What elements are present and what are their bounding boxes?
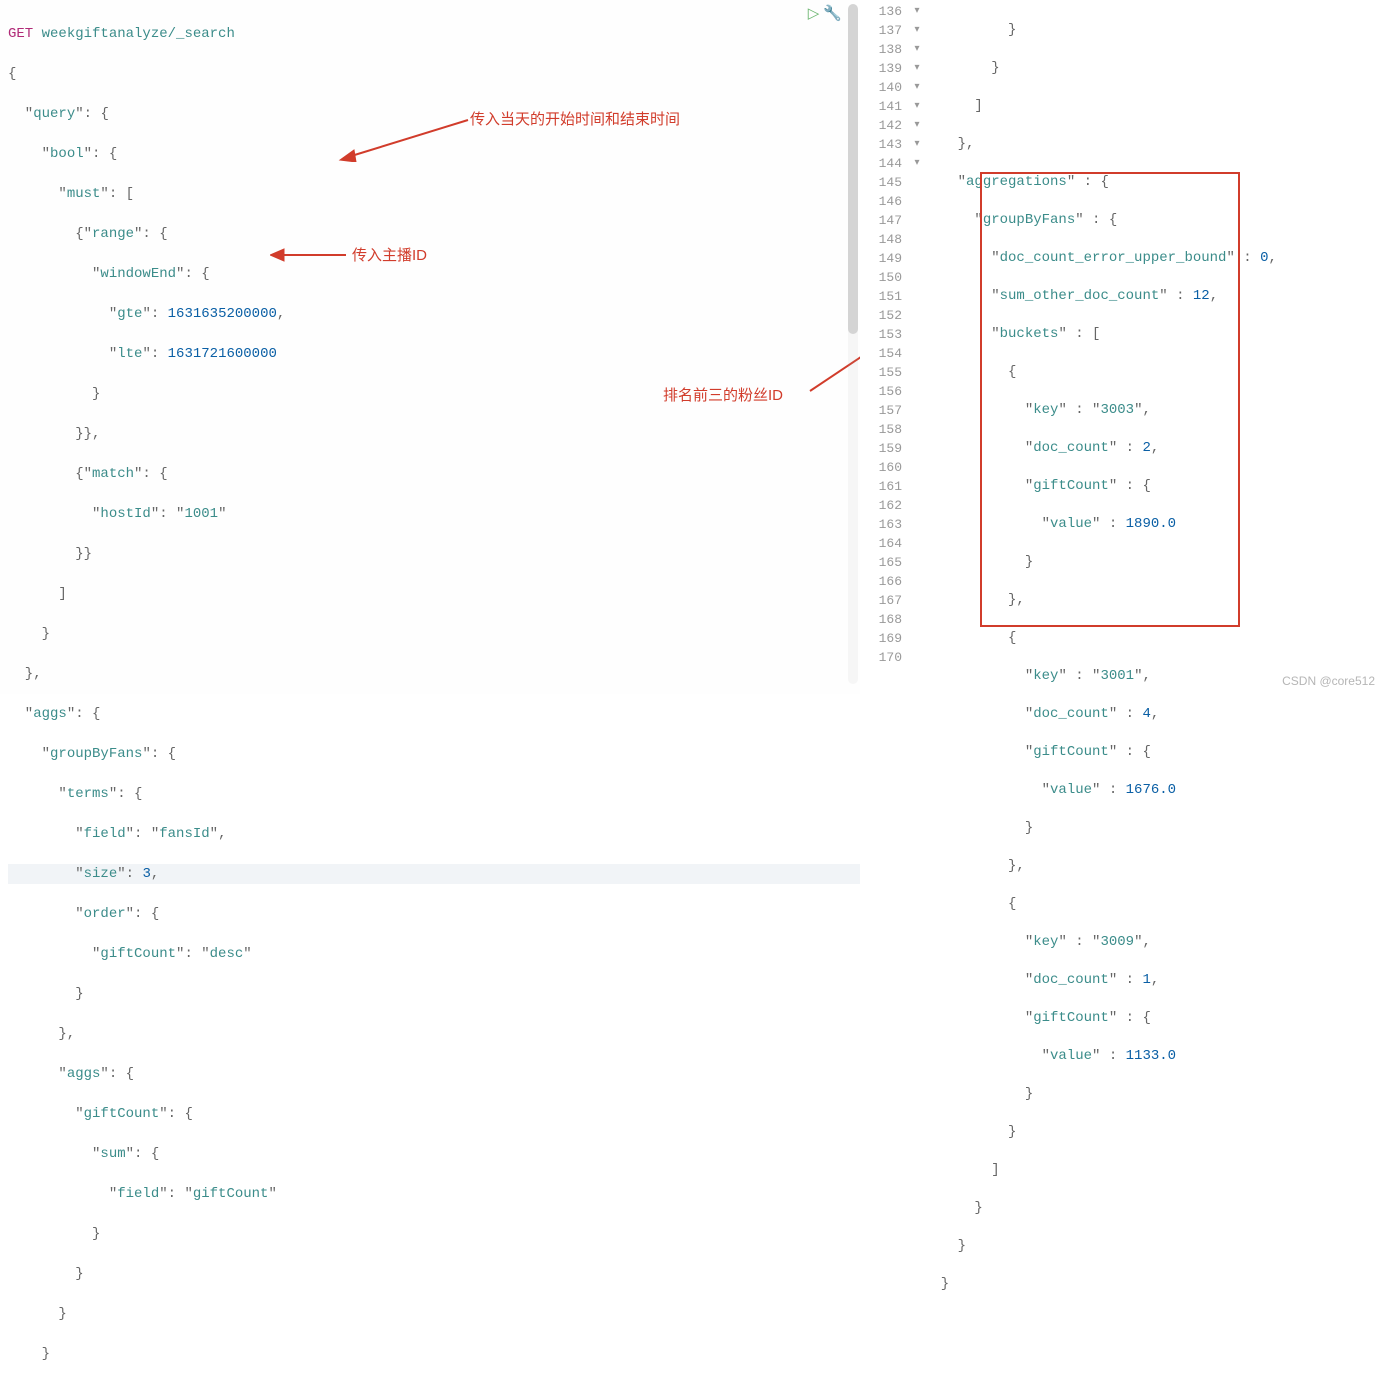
line-numbers: 1361371381391401411421431441451461471481… (860, 2, 910, 1351)
left-scrollbar[interactable] (848, 4, 858, 684)
fold-gutter[interactable]: ▾▾▾▾▾▾▾▾▾ (910, 2, 924, 1351)
arrow-host-icon (270, 248, 350, 262)
annotation-top-fans: 排名前三的粉丝ID (663, 384, 783, 405)
http-method: GET (8, 26, 33, 42)
request-code[interactable]: GET weekgiftanalyze/_search { "query": {… (0, 0, 860, 1388)
annotation-time-range: 传入当天的开始时间和结束时间 (470, 108, 680, 129)
response-panel[interactable]: 1361371381391401411421431441451461471481… (860, 0, 1385, 694)
arrow-time-icon (338, 112, 478, 162)
request-editor-panel[interactable]: ▷ 🔧 GET weekgiftanalyze/_search { "query… (0, 0, 860, 694)
annotation-host-id: 传入主播ID (352, 244, 427, 265)
highlight-box (980, 172, 1240, 627)
watermark: CSDN @core512 (1282, 674, 1375, 688)
left-scrollbar-thumb[interactable] (848, 4, 858, 334)
endpoint: weekgiftanalyze/_search (33, 26, 235, 42)
